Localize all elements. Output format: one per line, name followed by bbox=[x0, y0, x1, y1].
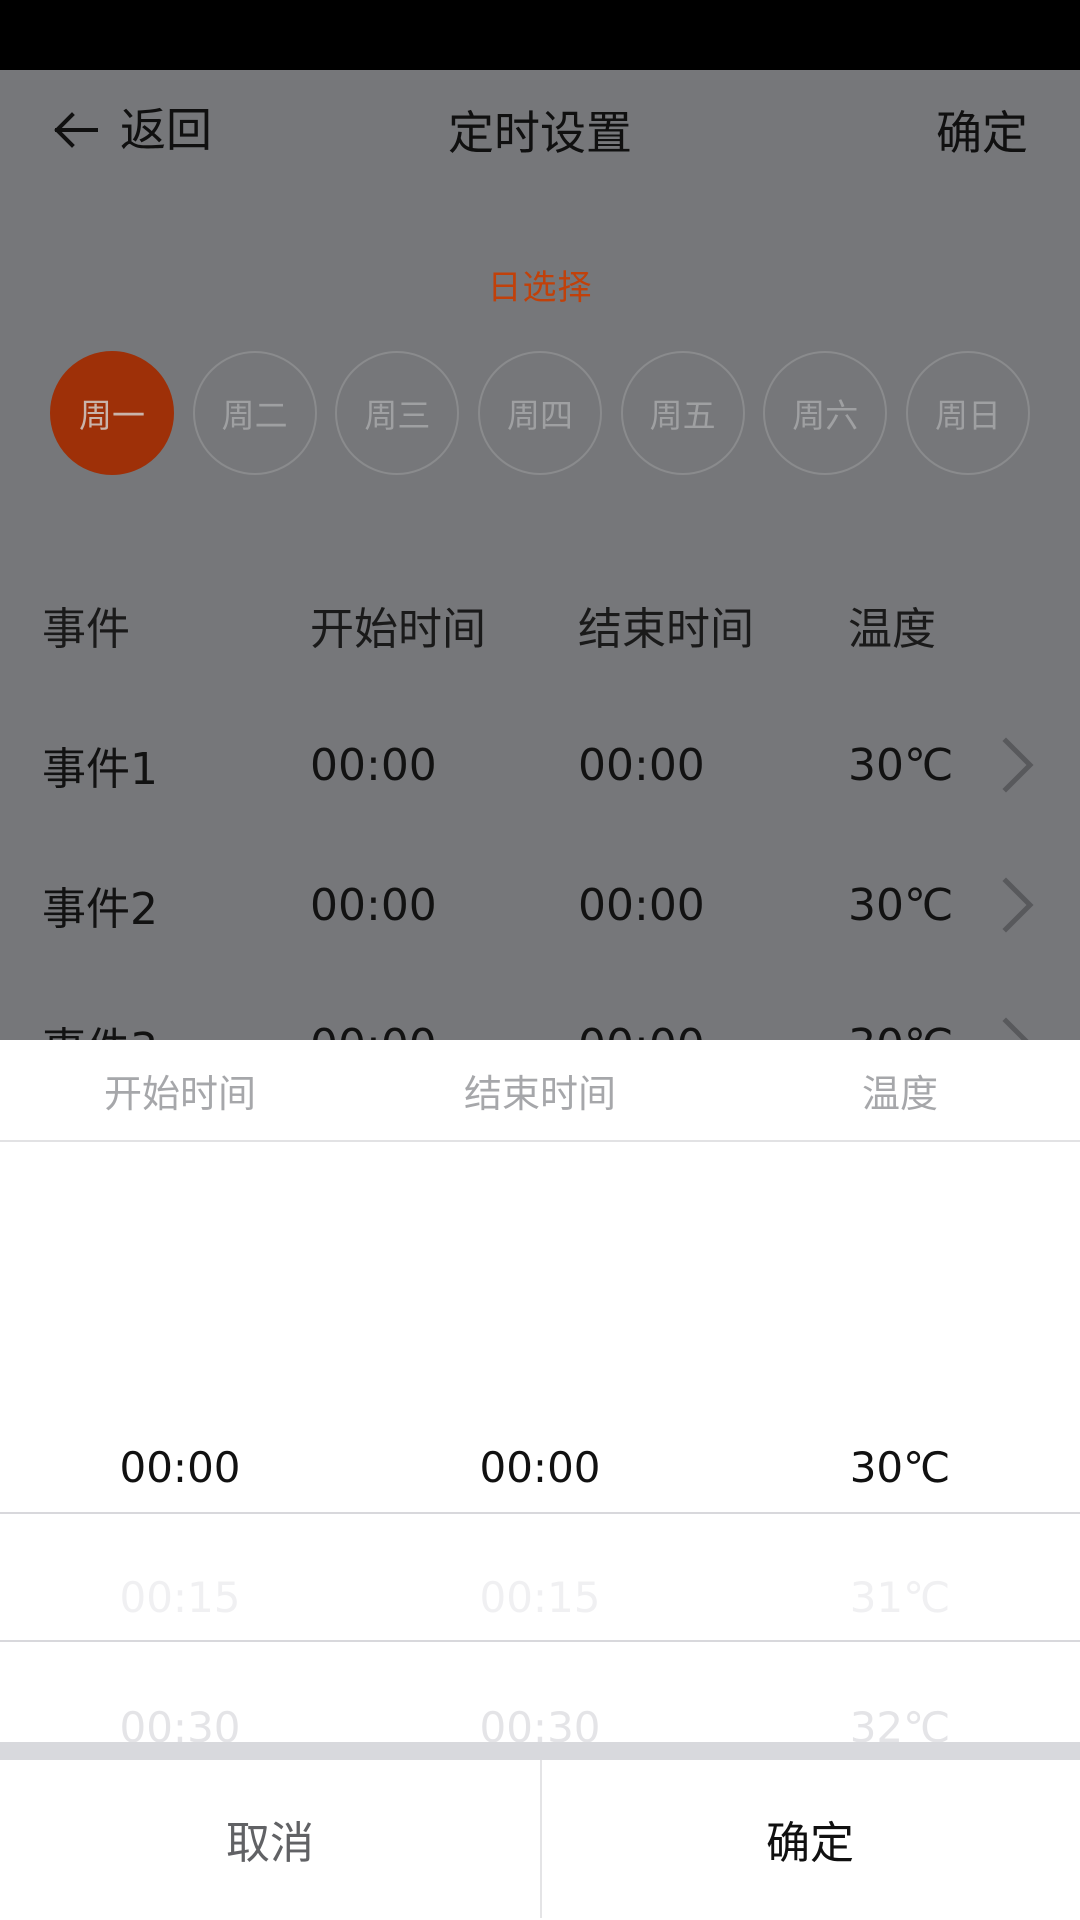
picker-column-headers: 开始时间 结束时间 温度 bbox=[0, 1040, 1080, 1140]
sheet-actions-divider bbox=[540, 1760, 542, 1918]
picker-header-end-time: 结束时间 bbox=[463, 1071, 616, 1116]
picker-header-start-time: 开始时间 bbox=[103, 1071, 256, 1116]
sheet-action-separator bbox=[0, 1742, 1080, 1760]
picker-item[interactable]: 00:15 bbox=[0, 1532, 360, 1662]
picker-item-selected[interactable]: 00:00 bbox=[0, 1402, 360, 1532]
day-chip-label: 周二 bbox=[221, 396, 288, 435]
picker-wheel-start-time[interactable]: 00:00 00:15 00:30 bbox=[0, 1142, 360, 1743]
picker-item[interactable] bbox=[720, 1142, 1080, 1272]
cell-event: 事件1 bbox=[42, 744, 158, 795]
confirm-button[interactable]: 确定 bbox=[540, 1760, 1080, 1918]
cancel-button[interactable]: 取消 bbox=[0, 1760, 540, 1918]
page-title: 定时设置 bbox=[448, 106, 632, 160]
picker-item-selected[interactable]: 00:00 bbox=[360, 1402, 720, 1532]
picker-wheel-temperature[interactable]: 30℃ 31℃ 32℃ bbox=[720, 1142, 1080, 1743]
day-chip-sat[interactable]: 周六 bbox=[763, 351, 888, 475]
day-chip-sun[interactable]: 周日 bbox=[905, 351, 1030, 475]
picker-wheel-end-time[interactable]: 00:00 00:15 00:30 bbox=[360, 1142, 720, 1743]
picker-item[interactable] bbox=[0, 1272, 360, 1402]
picker-item[interactable]: 31℃ bbox=[720, 1532, 1080, 1662]
cell-end-time: 00:00 bbox=[578, 739, 705, 791]
day-chip-thu[interactable]: 周四 bbox=[477, 351, 602, 475]
day-selector: 周一 周二 周三 周四 周五 周六 周日 bbox=[0, 351, 1080, 475]
picker-item[interactable]: 00:15 bbox=[360, 1532, 720, 1662]
picker-item[interactable]: 00:30 bbox=[360, 1662, 720, 1743]
cell-temperature: 30℃ bbox=[848, 739, 954, 791]
sheet-actions: 取消 确定 bbox=[0, 1760, 1080, 1918]
picker-item[interactable] bbox=[360, 1142, 720, 1272]
picker-item[interactable]: 32℃ bbox=[720, 1662, 1080, 1743]
cell-start-time: 00:00 bbox=[310, 879, 437, 931]
table-header-row: 事件 开始时间 结束时间 温度 bbox=[0, 555, 1080, 695]
app-bar: 返回 定时设置 确定 bbox=[0, 70, 1080, 190]
app-screen: 返回 定时设置 确定 日选择 周一 周二 周三 周四 周五 周六 周日 事件 开… bbox=[0, 0, 1080, 1920]
picker-item[interactable] bbox=[720, 1272, 1080, 1402]
picker-header-temperature: 温度 bbox=[861, 1071, 938, 1116]
cell-start-time: 00:00 bbox=[310, 739, 437, 791]
schedule-table: 事件 开始时间 结束时间 温度 事件1 00:00 00:00 30℃ 事件2 … bbox=[0, 555, 1080, 1115]
day-chip-fri[interactable]: 周五 bbox=[620, 351, 745, 475]
cell-end-time: 00:00 bbox=[578, 879, 705, 931]
chevron-right-icon bbox=[1002, 695, 1036, 835]
chevron-right-icon bbox=[1002, 835, 1036, 975]
day-chip-label: 周四 bbox=[506, 396, 573, 435]
day-chip-label: 周五 bbox=[649, 396, 716, 435]
column-header-temperature: 温度 bbox=[848, 604, 936, 655]
day-chip-tue[interactable]: 周二 bbox=[192, 351, 317, 475]
day-chip-label: 周三 bbox=[364, 396, 431, 435]
picker-wheels[interactable]: 00:00 00:15 00:30 00:00 00:15 00:30 30℃ … bbox=[0, 1142, 1080, 1742]
status-bar bbox=[0, 0, 1080, 70]
column-header-event: 事件 bbox=[42, 604, 130, 655]
picker-item-selected[interactable]: 30℃ bbox=[720, 1402, 1080, 1532]
appbar-confirm-button[interactable]: 确定 bbox=[936, 70, 1028, 190]
day-chip-label: 周日 bbox=[934, 396, 1001, 435]
day-chip-label: 周六 bbox=[792, 396, 859, 435]
day-select-title: 日选择 bbox=[487, 268, 593, 308]
day-chip-wed[interactable]: 周三 bbox=[335, 351, 460, 475]
column-header-end-time: 结束时间 bbox=[578, 604, 754, 655]
table-row[interactable]: 事件1 00:00 00:00 30℃ bbox=[0, 695, 1080, 835]
day-chip-label: 周一 bbox=[79, 396, 145, 435]
picker-item[interactable] bbox=[360, 1272, 720, 1402]
cell-temperature: 30℃ bbox=[848, 879, 954, 931]
time-temperature-picker-sheet: 开始时间 结束时间 温度 00:00 00:15 00:30 00:00 00:… bbox=[0, 1040, 1080, 1920]
cell-event: 事件2 bbox=[42, 884, 158, 935]
column-header-start-time: 开始时间 bbox=[310, 604, 486, 655]
picker-item[interactable]: 00:30 bbox=[0, 1662, 360, 1743]
table-row[interactable]: 事件2 00:00 00:00 30℃ bbox=[0, 835, 1080, 975]
day-chip-mon[interactable]: 周一 bbox=[50, 351, 174, 475]
picker-item[interactable] bbox=[0, 1142, 360, 1272]
